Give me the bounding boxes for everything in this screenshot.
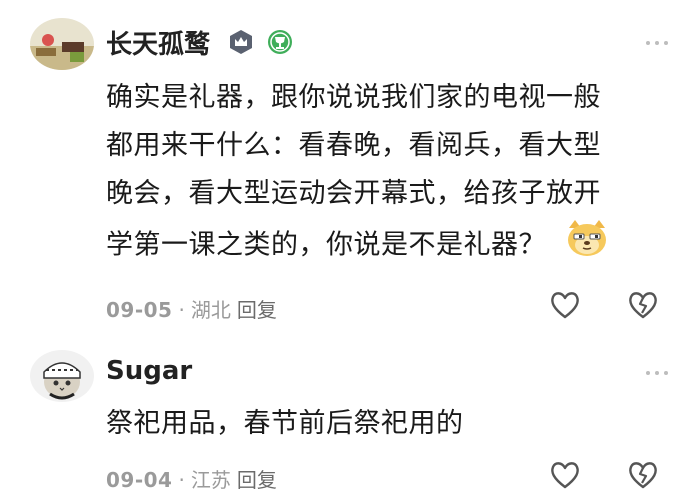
- trophy-badge-icon: [266, 28, 294, 63]
- comment-line: 祭祀用品，春节前后祭祀用的: [106, 408, 464, 439]
- comment-item: Sugar 祭祀用品，春节前后祭祀用的 09-04 · 江苏 回复: [0, 340, 700, 493]
- comment-line: 学第一课之类的，你说是不是礼器？: [106, 218, 666, 274]
- username[interactable]: 长天孤鹜: [106, 24, 294, 63]
- meta-separator: ·: [178, 468, 185, 492]
- comment-date: 09-04: [106, 468, 173, 492]
- avatar[interactable]: [30, 350, 94, 402]
- comment-date: 09-05: [106, 298, 173, 322]
- doge-emoji-icon: [565, 218, 609, 274]
- comment-line: 晚会，看大型运动会开幕式，给孩子放开: [106, 178, 601, 209]
- username-text[interactable]: 长天孤鹜: [106, 30, 210, 60]
- crown-badge-icon: [227, 28, 255, 63]
- reply-button[interactable]: 回复: [237, 298, 277, 322]
- username[interactable]: Sugar: [106, 356, 192, 386]
- comment-line: 都用来干什么：看春晚，看阅兵，看大型: [106, 130, 601, 161]
- comment-text: 确实是礼器，跟你说说我们家的电视一般 都用来干什么：看春晚，看阅兵，看大型 晚会…: [106, 74, 666, 274]
- comment-text: 祭祀用品，春节前后祭祀用的: [106, 400, 666, 448]
- comment-item: 长天孤鹜 确实是礼器，跟你说说我们家的电视一般 都用来干什么：看春晚，看阅兵，看…: [0, 0, 700, 330]
- broken-heart-outline-icon[interactable]: [626, 288, 660, 322]
- comment-meta: 09-05 · 湖北 回复: [106, 294, 277, 323]
- avatar[interactable]: [30, 18, 94, 70]
- more-dots-icon[interactable]: [646, 40, 668, 46]
- heart-outline-icon[interactable]: [548, 458, 582, 492]
- meta-separator: ·: [178, 298, 185, 322]
- comment-location: 湖北: [190, 298, 231, 322]
- reply-button[interactable]: 回复: [237, 468, 277, 492]
- heart-outline-icon[interactable]: [548, 288, 582, 322]
- comment-line: 确实是礼器，跟你说说我们家的电视一般: [106, 82, 601, 113]
- more-dots-icon[interactable]: [646, 370, 668, 376]
- comment-meta: 09-04 · 江苏 回复: [106, 464, 277, 493]
- comment-location: 江苏: [190, 468, 231, 492]
- broken-heart-outline-icon[interactable]: [626, 458, 660, 492]
